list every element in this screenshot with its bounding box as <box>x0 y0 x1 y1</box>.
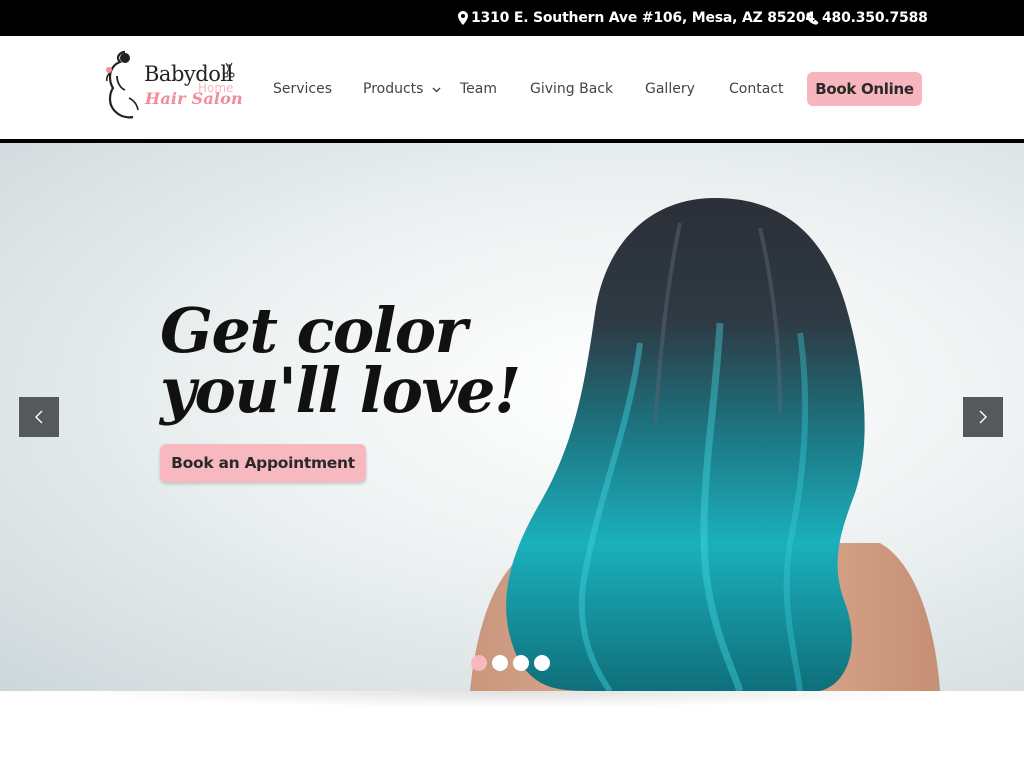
chevron-right-icon <box>979 410 987 424</box>
nav-giving-back[interactable]: Giving Back <box>530 77 613 101</box>
slider-dot-1[interactable] <box>471 655 487 671</box>
hero-headline-line-2: you'll love! <box>160 354 521 427</box>
nav-team[interactable]: Team <box>460 77 497 101</box>
map-marker-icon <box>458 11 468 25</box>
chevron-down-icon <box>432 87 441 92</box>
slider-dot-4[interactable] <box>534 655 550 671</box>
slider-dot-3[interactable] <box>513 655 529 671</box>
hero-headline-line-1: Get color <box>160 294 467 367</box>
hero-bottom-shadow <box>0 691 1024 711</box>
phone-link[interactable]: 480.350.7588 <box>806 0 928 36</box>
nav-contact[interactable]: Contact <box>729 77 783 101</box>
slider-prev-button[interactable] <box>19 397 59 437</box>
nav-products-label: Products <box>363 81 424 97</box>
nav-services-label: Services <box>273 81 333 97</box>
hero-headline: Get color you'll love! <box>160 294 580 427</box>
nav-home-ghost[interactable]: Home <box>198 81 233 95</box>
phone-icon <box>806 11 819 25</box>
book-appointment-button[interactable]: Book an Appointment <box>160 444 366 482</box>
slider-next-button[interactable] <box>963 397 1003 437</box>
nav-gallery-label: Gallery <box>645 81 695 97</box>
nav-team-label: Team <box>460 81 498 97</box>
scissors-icon <box>223 62 235 78</box>
nav-services[interactable]: Services <box>273 77 332 101</box>
nav-giving-back-label: Giving Back <box>530 81 614 97</box>
hero-slider: Get color you'll love! Book an Appointme… <box>0 143 1024 691</box>
slider-dots <box>471 655 550 671</box>
address-text: 1310 E. Southern Ave #106, Mesa, AZ 8520… <box>471 10 815 26</box>
nav-contact-label: Contact <box>729 81 784 97</box>
address-link[interactable]: 1310 E. Southern Ave #106, Mesa, AZ 8520… <box>458 0 815 36</box>
phone-text: 480.350.7588 <box>822 10 928 26</box>
book-online-button[interactable]: Book Online <box>807 72 922 106</box>
woman-silhouette-logo-icon <box>105 50 139 119</box>
slider-dot-2[interactable] <box>492 655 508 671</box>
nav-products[interactable]: Products <box>363 77 441 101</box>
nav-gallery[interactable]: Gallery <box>645 77 695 101</box>
site-logo[interactable]: Babydoll Hair Salon Home <box>103 48 245 128</box>
chevron-left-icon <box>35 410 43 424</box>
top-info-bar: 1310 E. Southern Ave #106, Mesa, AZ 8520… <box>0 0 1024 36</box>
